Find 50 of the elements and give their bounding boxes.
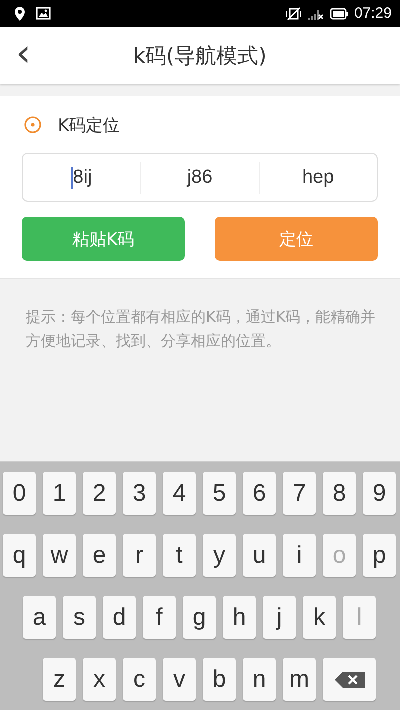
keyboard-key[interactable]: z	[43, 658, 76, 701]
keyboard-key[interactable]: c	[123, 658, 156, 701]
keyboard-key[interactable]: s	[63, 596, 96, 639]
keyboard-key[interactable]: 0	[3, 472, 36, 515]
code-input-field[interactable]: hep	[258, 162, 377, 194]
hint-text: 提示：每个位置都有相应的K码，通过K码，能精确并方便地记录、找到、分享相应的位置。	[25, 307, 377, 352]
target-icon	[24, 116, 42, 134]
keyboard-key[interactable]: h	[223, 596, 256, 639]
battery-icon	[330, 8, 348, 20]
keyboard-key[interactable]: w	[43, 534, 76, 577]
keyboard-key[interactable]: 7	[283, 472, 316, 515]
keyboard-key[interactable]: 2	[83, 472, 116, 515]
keyboard-key[interactable]: j	[263, 596, 296, 639]
keyboard-key[interactable]: r	[123, 534, 156, 577]
keyboard-key[interactable]: g	[183, 596, 216, 639]
keyboard-key[interactable]: 3	[123, 472, 156, 515]
keyboard-key[interactable]: y	[203, 534, 236, 577]
keyboard-key[interactable]: x	[83, 658, 116, 701]
keyboard-key[interactable]: t	[163, 534, 196, 577]
page-title: k码(导航模式)	[132, 42, 268, 70]
location-pin-icon	[14, 6, 26, 20]
keyboard-key[interactable]: 8	[323, 472, 356, 515]
delete-key[interactable]	[323, 658, 376, 701]
keyboard-key[interactable]: 9	[363, 472, 396, 515]
keyboard-key[interactable]: k	[303, 596, 336, 639]
keyboard-key[interactable]: u	[243, 534, 276, 577]
keyboard-key[interactable]: m	[283, 658, 316, 701]
code-input-field[interactable]: 8ij	[23, 162, 140, 194]
no-signal-icon	[308, 8, 324, 20]
section-title: K码定位	[58, 114, 120, 136]
keyboard-key[interactable]: f	[143, 596, 176, 639]
keyboard-key[interactable]: q	[3, 534, 36, 577]
clock-time: 07:29	[354, 5, 392, 22]
keyboard-key[interactable]: 6	[243, 472, 276, 515]
keyboard-key[interactable]: 4	[163, 472, 196, 515]
keyboard-key[interactable]: 5	[203, 472, 236, 515]
vibrate-off-icon	[286, 6, 302, 20]
code-input-field[interactable]: j86	[140, 162, 259, 194]
keyboard-key[interactable]: a	[23, 596, 56, 639]
keyboard-key[interactable]: i	[283, 534, 316, 577]
backspace-icon	[334, 672, 364, 688]
keyboard-key[interactable]: e	[83, 534, 116, 577]
image-icon	[36, 7, 51, 20]
keyboard-key[interactable]: n	[243, 658, 276, 701]
keyboard-key[interactable]: d	[103, 596, 136, 639]
keyboard-key[interactable]: b	[203, 658, 236, 701]
back-button[interactable]: ‹	[16, 34, 32, 78]
keyboard-key[interactable]: v	[163, 658, 196, 701]
keyboard-key[interactable]: 1	[43, 472, 76, 515]
keyboard-key[interactable]: p	[363, 534, 396, 577]
